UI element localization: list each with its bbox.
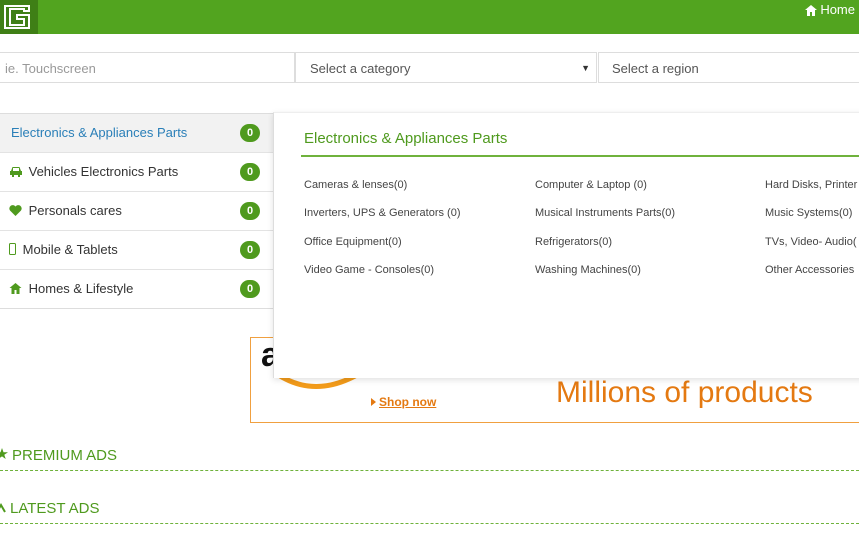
- site-logo[interactable]: [0, 0, 38, 34]
- category-label: Homes & Lifestyle: [28, 281, 134, 296]
- divider: [0, 470, 859, 471]
- banner-tagline: Millions of products: [556, 376, 813, 409]
- category-select[interactable]: Select a category ▼: [295, 52, 597, 83]
- car-icon: [9, 154, 25, 192]
- category-label: Vehicles Electronics Parts: [28, 164, 179, 179]
- region-select[interactable]: Select a region: [598, 52, 859, 83]
- category-item-vehicles[interactable]: Vehicles Electronics Parts 0: [0, 153, 274, 192]
- subcategory-link[interactable]: Inverters, UPS & Generators (0): [304, 207, 461, 219]
- subcategory-link[interactable]: Washing Machines(0): [535, 264, 641, 276]
- shop-now-link[interactable]: Shop now: [371, 395, 436, 409]
- search-bar: ie. Touchscreen Select a category ▼ Sele…: [0, 52, 859, 84]
- caret-down-icon: ▼: [581, 63, 590, 73]
- star-icon: [0, 447, 8, 464]
- category-label: Electronics & Appliances Parts: [11, 125, 188, 140]
- count-badge: 0: [240, 124, 260, 142]
- count-badge: 0: [240, 202, 260, 220]
- subcategory-link[interactable]: Hard Disks, Printer: [765, 179, 857, 191]
- count-badge: 0: [240, 280, 260, 298]
- subcategory-link[interactable]: Video Game - Consoles(0): [304, 264, 434, 276]
- category-item-electronics[interactable]: Electronics & Appliances Parts 0: [0, 114, 274, 153]
- category-item-personals[interactable]: Personals cares 0: [0, 192, 274, 231]
- subcategory-link[interactable]: Office Equipment(0): [304, 236, 402, 248]
- count-badge: 0: [240, 241, 260, 259]
- mobile-icon: [9, 232, 19, 270]
- home-link[interactable]: Home: [805, 2, 855, 20]
- g-logo-icon: [4, 5, 30, 29]
- category-select-value: Select a category: [310, 61, 411, 76]
- latest-ads-heading: LATEST ADS: [0, 500, 99, 517]
- top-navbar: Home: [0, 0, 859, 34]
- chevron-up-icon: [0, 500, 6, 517]
- home-icon: [9, 271, 25, 309]
- subcategory-link[interactable]: Computer & Laptop (0): [535, 179, 647, 191]
- category-item-homes[interactable]: Homes & Lifestyle 0: [0, 270, 274, 308]
- premium-ads-heading: PREMIUM ADS: [0, 447, 117, 464]
- subcategory-link[interactable]: Music Systems(0): [765, 207, 852, 219]
- category-sidebar: Electronics & Appliances Parts 0 Vehicle…: [0, 113, 275, 309]
- subcategory-link[interactable]: TVs, Video- Audio(: [765, 236, 857, 248]
- subcategory-link[interactable]: Other Accessories: [765, 264, 854, 276]
- heart-icon: [9, 193, 25, 231]
- keyword-search-input[interactable]: ie. Touchscreen: [0, 52, 295, 83]
- category-item-mobile[interactable]: Mobile & Tablets 0: [0, 231, 274, 270]
- category-label: Personals cares: [28, 203, 122, 218]
- subcategory-link[interactable]: Cameras & lenses(0): [304, 179, 407, 191]
- arrow-right-icon: [371, 398, 376, 406]
- category-dropdown-panel: Electronics & Appliances Parts Cameras &…: [273, 112, 859, 378]
- home-icon: [805, 4, 818, 20]
- category-label: Mobile & Tablets: [22, 242, 118, 257]
- divider: [0, 523, 859, 524]
- count-badge: 0: [240, 163, 260, 181]
- divider: [301, 155, 859, 157]
- subcategory-link[interactable]: Refrigerators(0): [535, 236, 612, 248]
- home-label: Home: [820, 2, 855, 17]
- subcategory-link[interactable]: Musical Instruments Parts(0): [535, 207, 675, 219]
- dropdown-title: Electronics & Appliances Parts: [304, 130, 508, 147]
